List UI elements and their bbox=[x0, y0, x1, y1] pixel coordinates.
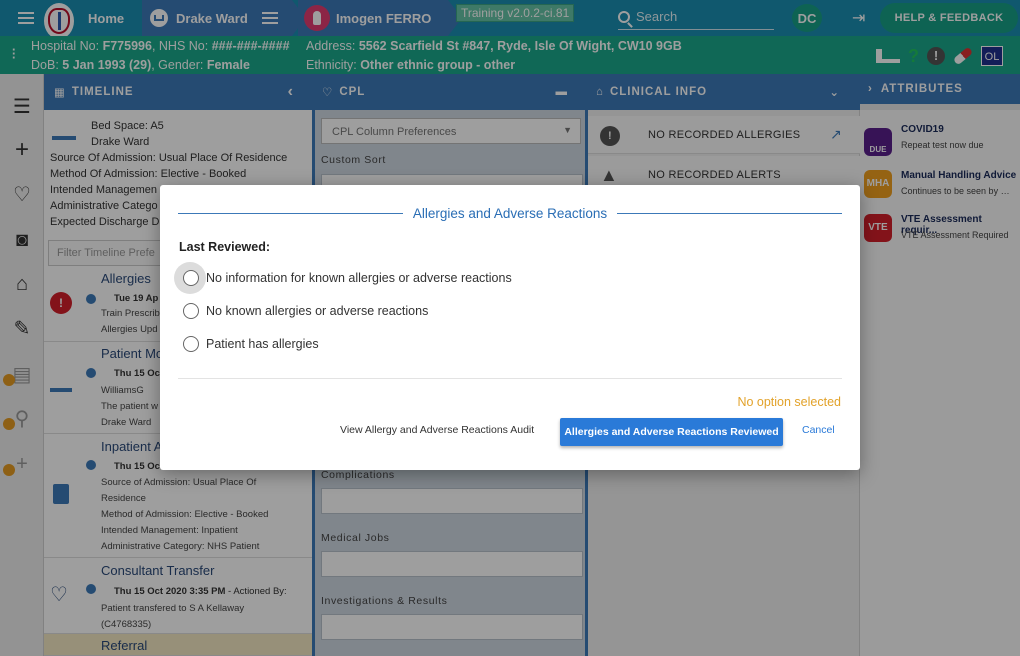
radio-no-information[interactable]: No information for known allergies or ad… bbox=[174, 262, 512, 294]
radio-circle[interactable] bbox=[183, 270, 199, 286]
radio-label: No information for known allergies or ad… bbox=[206, 271, 512, 285]
radio-label: Patient has allergies bbox=[206, 337, 319, 351]
view-audit-link[interactable]: View Allergy and Adverse Reactions Audit bbox=[340, 424, 534, 436]
radio-label: No known allergies or adverse reactions bbox=[206, 304, 429, 318]
radio-circle[interactable] bbox=[183, 303, 199, 319]
radio-circle[interactable] bbox=[183, 336, 199, 352]
radio-no-known-allergies[interactable]: No known allergies or adverse reactions bbox=[176, 296, 428, 326]
divider bbox=[617, 212, 843, 214]
selection-status: No option selected bbox=[737, 395, 841, 409]
allergies-dialog: Allergies and Adverse Reactions Last Rev… bbox=[160, 185, 860, 470]
divider bbox=[178, 378, 842, 379]
radio-has-allergies[interactable]: Patient has allergies bbox=[176, 329, 319, 359]
divider bbox=[178, 212, 403, 214]
cancel-button[interactable]: Cancel bbox=[802, 424, 835, 436]
dialog-title: Allergies and Adverse Reactions bbox=[412, 205, 608, 221]
dialog-title-bar: Allergies and Adverse Reactions bbox=[178, 205, 843, 221]
last-reviewed-label: Last Reviewed: bbox=[179, 240, 271, 254]
reviewed-button[interactable]: Allergies and Adverse Reactions Reviewed bbox=[560, 418, 783, 446]
